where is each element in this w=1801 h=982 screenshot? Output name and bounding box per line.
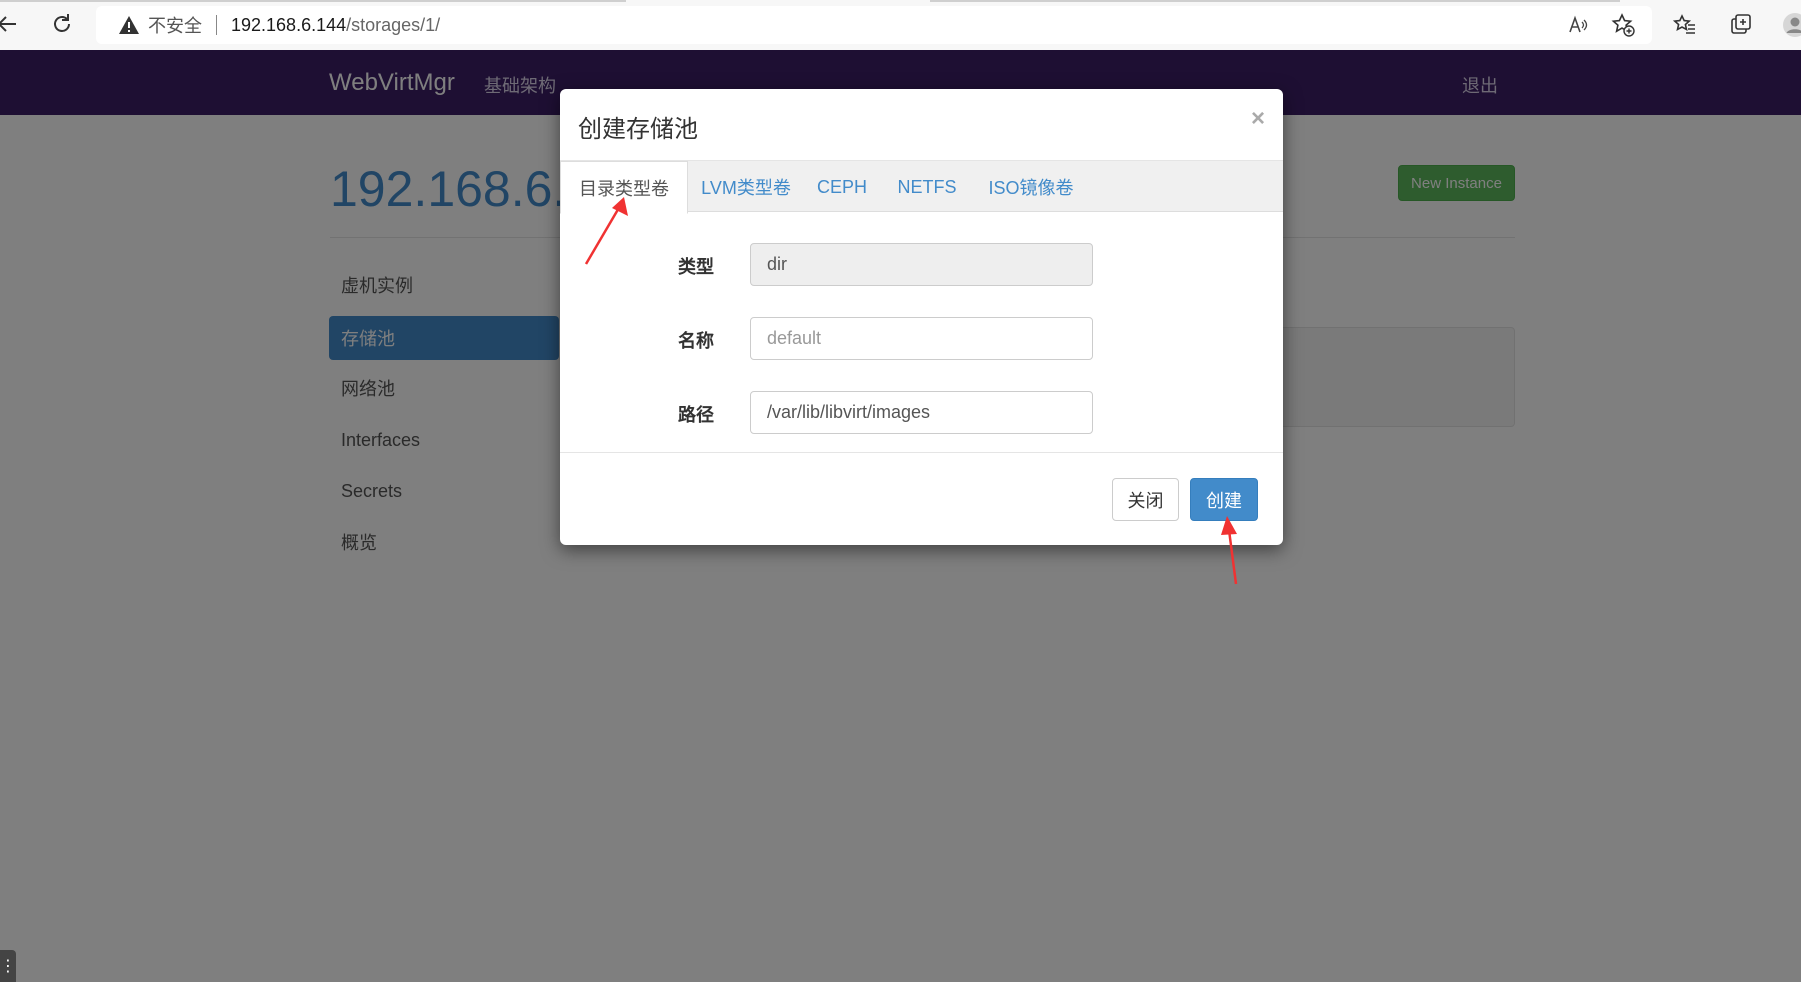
tab-ceph[interactable]: CEPH [804, 161, 880, 213]
menu-icon[interactable]: ⋮ [0, 950, 16, 982]
add-favorite-icon[interactable] [1610, 12, 1636, 38]
type-label: 类型 [678, 257, 714, 277]
tab-netfs[interactable]: NETFS [880, 161, 974, 213]
create-storage-pool-dialog: 创建存储池 × 目录类型卷 LVM类型卷 CEPH NETFS ISO镜像卷 类… [560, 89, 1283, 545]
browser-toolbar: 不安全 192.168.6.144/storages/1/ [0, 0, 1801, 51]
close-button[interactable]: 关闭 [1112, 478, 1179, 521]
close-icon[interactable]: × [1251, 105, 1265, 133]
name-field[interactable] [750, 317, 1093, 360]
insecure-label: 不安全 [148, 16, 202, 36]
tab-strip-edge [0, 0, 626, 2]
back-icon[interactable] [0, 10, 22, 38]
address-bar[interactable]: 不安全 192.168.6.144/storages/1/ [96, 6, 1652, 44]
path-field[interactable] [750, 391, 1093, 434]
collections-icon[interactable] [1728, 12, 1754, 38]
footer-divider [560, 452, 1283, 453]
tab-lvm[interactable]: LVM类型卷 [688, 161, 804, 213]
reload-icon[interactable] [48, 10, 76, 38]
address-separator [216, 15, 217, 35]
url-path: /storages/1/ [346, 14, 441, 35]
url-host: 192.168.6.144 [231, 14, 347, 35]
name-label: 名称 [678, 331, 714, 351]
tab-iso[interactable]: ISO镜像卷 [974, 161, 1088, 213]
profile-icon[interactable] [1782, 12, 1801, 38]
path-label: 路径 [678, 405, 714, 425]
pool-type-tabs: 目录类型卷 LVM类型卷 CEPH NETFS ISO镜像卷 [560, 160, 1283, 214]
type-field[interactable] [750, 243, 1093, 286]
read-aloud-icon[interactable] [1565, 12, 1591, 38]
tab-dir[interactable]: 目录类型卷 [560, 161, 688, 214]
modal-header: 创建存储池 × [560, 89, 1283, 160]
create-button[interactable]: 创建 [1190, 478, 1258, 521]
tab-strip-edge [930, 0, 1620, 2]
modal-title: 创建存储池 [578, 116, 698, 143]
favorites-icon[interactable] [1672, 12, 1698, 38]
warning-icon[interactable] [118, 14, 140, 36]
